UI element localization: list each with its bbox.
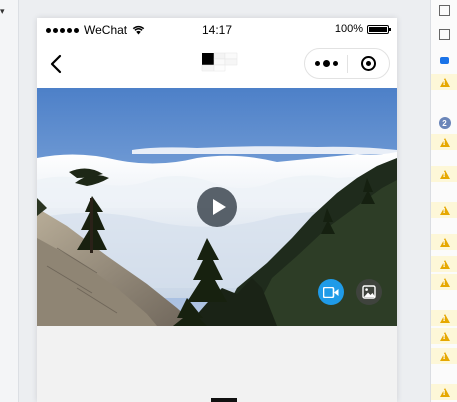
bottom-indicator xyxy=(211,398,237,402)
warning-icon[interactable] xyxy=(431,234,457,250)
warning-icon[interactable] xyxy=(431,384,457,400)
left-devtools-strip: ▾ xyxy=(0,0,19,402)
warning-icon[interactable] xyxy=(431,166,457,182)
warning-icon[interactable] xyxy=(431,256,457,272)
mini-program-capsule xyxy=(304,48,390,79)
warning-icon[interactable] xyxy=(431,310,457,326)
more-dots-icon[interactable] xyxy=(305,49,347,78)
battery-status: 100% xyxy=(334,23,391,35)
battery-icon xyxy=(367,24,391,34)
panel-toggle-icon[interactable] xyxy=(431,26,457,42)
navigation-bar xyxy=(37,42,397,88)
warning-icon[interactable] xyxy=(431,134,457,150)
issues-count-badge: 2 xyxy=(431,115,457,131)
warning-icon[interactable] xyxy=(431,328,457,344)
status-bar: WeChat 14:17 100% xyxy=(37,18,397,42)
content-area xyxy=(37,326,397,402)
chevron-left-icon[interactable] xyxy=(45,52,69,76)
panel-select-icon[interactable] xyxy=(431,2,457,18)
devtools-issues-panel: 2 xyxy=(430,0,457,402)
media-preview[interactable] xyxy=(37,88,397,326)
phone-simulator: WeChat 14:17 100% xyxy=(37,18,397,402)
panel-chat-icon[interactable] xyxy=(431,52,457,68)
pixel-logo-icon xyxy=(201,52,238,72)
target-circle-icon[interactable] xyxy=(348,49,389,78)
video-camera-icon[interactable] xyxy=(318,279,344,305)
strip-glyph: ▾ xyxy=(0,6,5,16)
play-icon[interactable] xyxy=(197,187,237,227)
warning-icon[interactable] xyxy=(431,274,457,290)
image-icon[interactable] xyxy=(356,279,382,305)
battery-percent: 100% xyxy=(334,23,363,35)
warning-icon[interactable] xyxy=(431,74,457,90)
warning-icon[interactable] xyxy=(431,348,457,364)
warning-icon[interactable] xyxy=(431,202,457,218)
